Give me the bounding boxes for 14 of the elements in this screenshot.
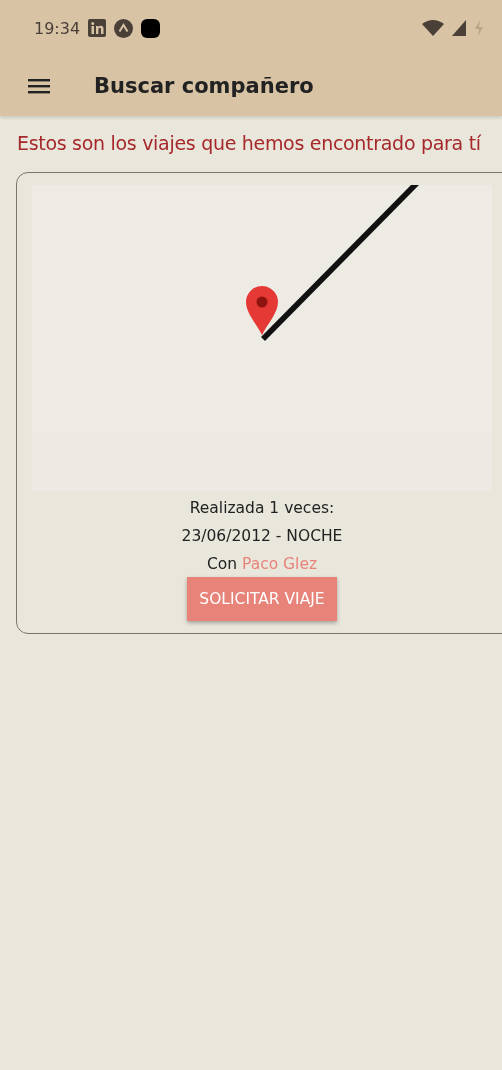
menu-icon[interactable] (28, 78, 50, 94)
results-heading: Estos son los viajes que hemos encontrado para tí (17, 132, 483, 154)
signal-icon (452, 20, 466, 36)
linkedin-icon (88, 19, 107, 37)
screen-title: Buscar compañero (94, 74, 314, 98)
trip-date: 23/06/2012 - NOCHE (181, 526, 343, 547)
driver-link[interactable]: Paco Glez (242, 553, 318, 575)
notification-icon (141, 18, 161, 38)
wifi-icon (422, 20, 444, 36)
with-label: Con (206, 554, 238, 575)
request-trip-button[interactable]: SOLICITAR VIAJE (187, 577, 337, 621)
app-icon (114, 18, 134, 38)
status-time: 19:34 (34, 18, 81, 38)
trip-count: Realizada 1 veces: (189, 498, 335, 519)
